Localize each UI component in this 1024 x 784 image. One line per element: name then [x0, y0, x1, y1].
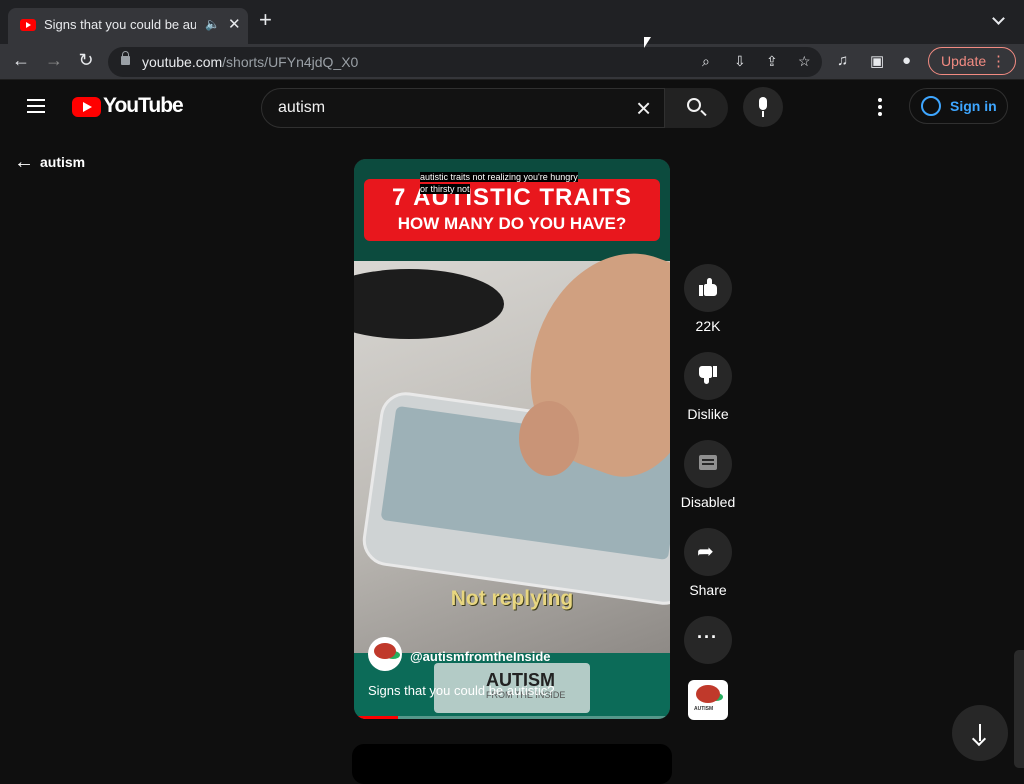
- url-path: /shorts/UFYn4jdQ_X0: [222, 54, 359, 70]
- like-button[interactable]: [684, 264, 732, 312]
- dislike-icon: [699, 366, 717, 384]
- channel-avatar[interactable]: [368, 637, 402, 671]
- channel-thumbnail[interactable]: AUTISM: [688, 680, 728, 720]
- share-icon: ➦: [697, 541, 714, 563]
- reload-icon[interactable]: ↻: [74, 50, 98, 71]
- like-icon: [699, 278, 717, 296]
- back-arrow-icon[interactable]: ←: [14, 151, 34, 174]
- address-bar[interactable]: youtube.com/shorts/UFYn4jdQ_X0 ⌕ ⇩ ⇪ ☆: [108, 47, 822, 77]
- profile-icon[interactable]: ●: [902, 52, 911, 69]
- new-tab-button[interactable]: +: [259, 9, 272, 31]
- next-short-preview[interactable]: [352, 744, 672, 784]
- browser-toolbar: ← → ↻ youtube.com/shorts/UFYn4jdQ_X0 ⌕ ⇩…: [0, 44, 1024, 80]
- search-input[interactable]: [278, 97, 618, 119]
- tab-title: Signs that you could be autistic?: [44, 17, 196, 32]
- short-title[interactable]: Signs that you could be autistic?: [368, 683, 554, 698]
- short-video-player[interactable]: 7 AUTISTIC TRAITS HOW MANY DO YOU HAVE? …: [354, 159, 670, 719]
- forward-arrow-icon[interactable]: →: [42, 50, 66, 71]
- browser-tab[interactable]: Signs that you could be autistic? 🔈 ✕: [8, 8, 248, 44]
- search-button[interactable]: [664, 88, 728, 128]
- channel-handle[interactable]: @autismfromtheInside: [410, 649, 551, 664]
- clear-icon[interactable]: ×: [636, 93, 651, 123]
- mic-icon: [759, 97, 767, 110]
- url-host: youtube.com: [142, 54, 223, 70]
- next-arrow-icon: [979, 724, 981, 741]
- hamburger-menu-icon[interactable]: [27, 99, 45, 113]
- video-caption: autistic traits not realizing you're hun…: [420, 171, 580, 195]
- search-box: ×: [261, 88, 728, 128]
- sign-in-label: Sign in: [950, 98, 997, 114]
- channel-thumbnail-text: AUTISM: [694, 706, 714, 712]
- comments-label: Disabled: [680, 494, 736, 510]
- next-short-button[interactable]: [952, 705, 1008, 761]
- sidepanel-icon[interactable]: ▣: [870, 52, 884, 70]
- video-frame: Not replying: [354, 228, 670, 653]
- share-label: Share: [689, 582, 727, 598]
- star-icon[interactable]: ☆: [798, 53, 811, 70]
- back-label[interactable]: autism: [40, 154, 85, 170]
- back-arrow-icon[interactable]: ←: [9, 50, 33, 71]
- dislike-label: Dislike: [687, 406, 729, 422]
- url-text[interactable]: youtube.com/shorts/UFYn4jdQ_X0: [142, 54, 358, 70]
- like-count: 22K: [695, 318, 721, 334]
- banner-line2: HOW MANY DO YOU HAVE?: [397, 214, 627, 233]
- video-caption-text: autistic traits not realizing you're hun…: [420, 172, 578, 194]
- voice-search-button[interactable]: [743, 87, 783, 127]
- browser-tab-strip: Signs that you could be autistic? 🔈 ✕ +: [0, 0, 1024, 44]
- progress-fill: [354, 716, 399, 719]
- more-actions-button[interactable]: ···: [684, 616, 732, 664]
- video-subtitle: Not replying: [450, 587, 574, 610]
- progress-bar[interactable]: [354, 716, 670, 719]
- account-icon: [921, 96, 941, 116]
- kebab-icon[interactable]: [878, 98, 882, 119]
- share-icon[interactable]: ⇪: [766, 53, 778, 70]
- youtube-favicon-icon: [20, 19, 36, 31]
- share-button[interactable]: ➦: [684, 528, 732, 576]
- sign-in-button[interactable]: Sign in: [909, 88, 1008, 124]
- install-icon[interactable]: ⇩: [734, 53, 746, 70]
- close-icon[interactable]: ✕: [228, 15, 241, 33]
- youtube-masthead: YouTube × Sign in: [0, 80, 1024, 136]
- lock-icon[interactable]: [121, 51, 130, 65]
- more-icon: ···: [697, 627, 718, 647]
- youtube-logo-icon[interactable]: [72, 97, 101, 117]
- chevron-down-icon[interactable]: [992, 12, 1005, 25]
- dislike-button[interactable]: [684, 352, 732, 400]
- comment-icon: [699, 455, 717, 470]
- mouse-cursor: [644, 37, 651, 48]
- search-icon: [687, 98, 701, 112]
- audio-icon[interactable]: 🔈: [205, 17, 220, 31]
- update-button[interactable]: Update ⋮: [928, 47, 1016, 75]
- scrollbar[interactable]: [1014, 650, 1024, 768]
- update-label: Update: [941, 53, 987, 69]
- media-icon[interactable]: ♫: [837, 52, 848, 69]
- youtube-logo-text[interactable]: YouTube: [103, 94, 184, 118]
- comments-button[interactable]: [684, 440, 732, 488]
- zoom-icon[interactable]: ⌕: [702, 53, 710, 70]
- menu-icon[interactable]: ⋮: [991, 52, 1006, 70]
